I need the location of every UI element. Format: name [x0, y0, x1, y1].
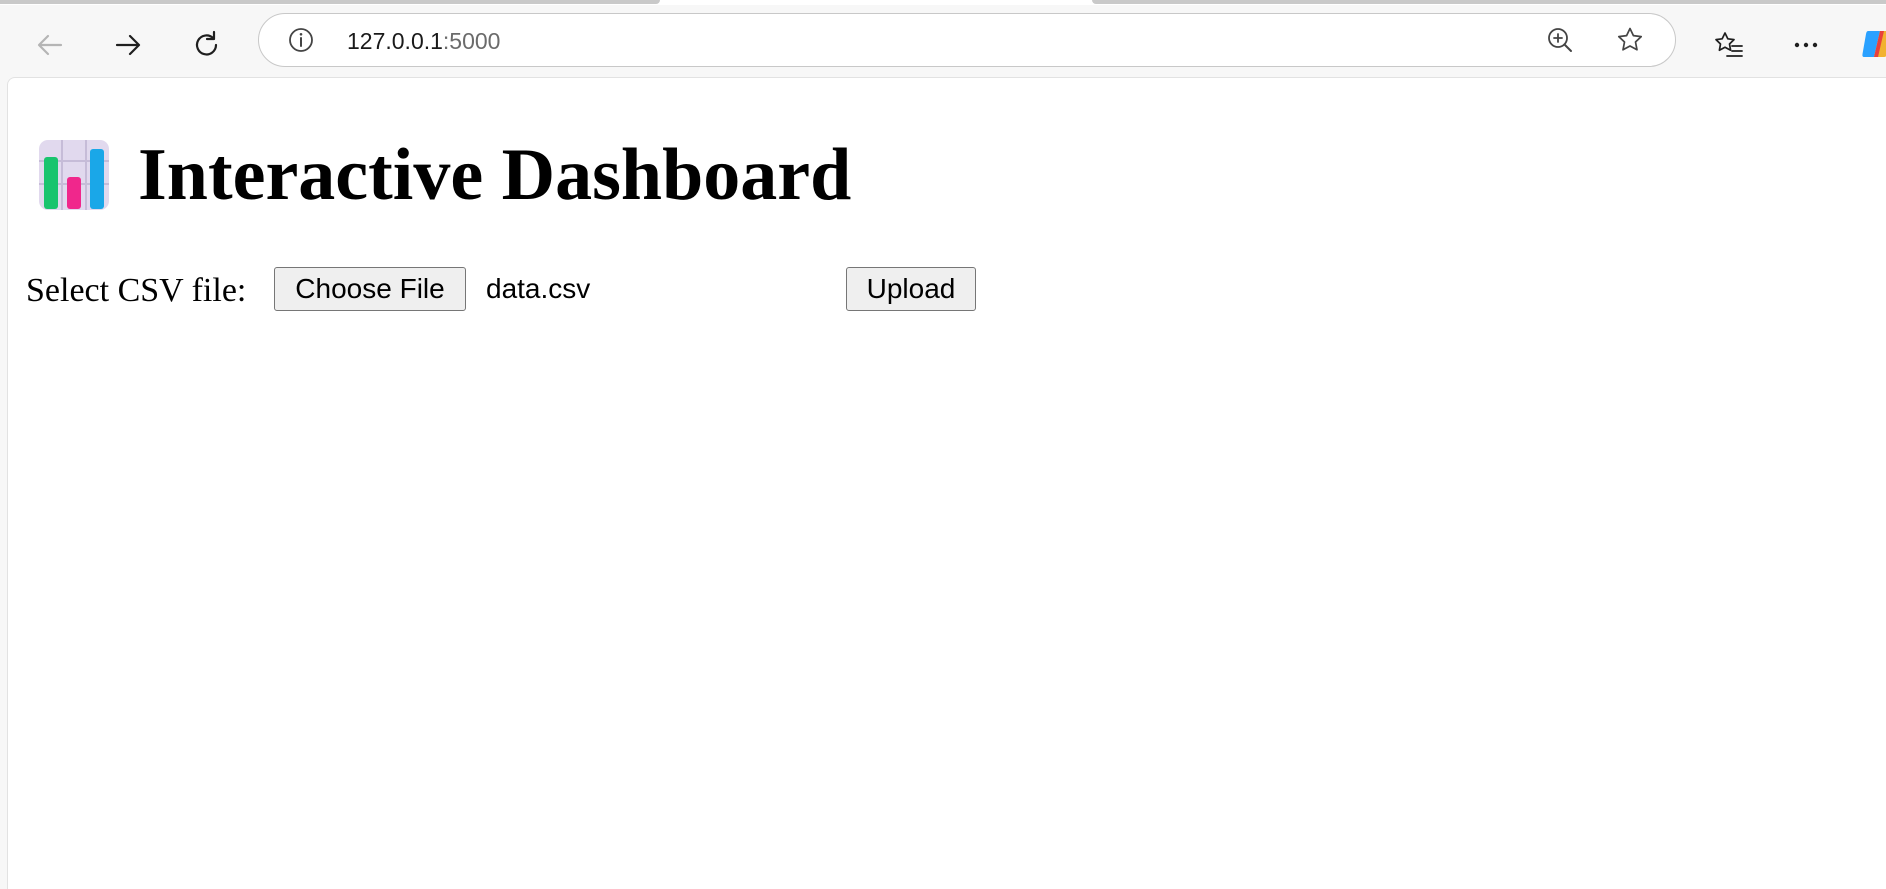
selected-file-name: data.csv [486, 273, 591, 304]
tab-strip-left [0, 0, 660, 4]
star-icon[interactable] [1615, 25, 1645, 55]
url-text[interactable]: 127.0.0.1:5000 [347, 28, 500, 55]
reload-icon [195, 30, 218, 56]
favorites-icon[interactable] [1713, 29, 1745, 61]
page-viewport: Interactive Dashboard Select CSV file: C… [7, 77, 1886, 889]
url-port: :5000 [442, 28, 501, 54]
url-host: 127.0.0.1 [347, 28, 443, 54]
more-icon[interactable] [1790, 29, 1822, 61]
copilot-icon[interactable] [1860, 27, 1886, 61]
zoom-in-icon[interactable] [1545, 25, 1575, 55]
back-button[interactable] [24, 19, 76, 71]
choose-file-button[interactable]: Choose File [274, 267, 466, 311]
page-title: Interactive Dashboard [138, 134, 852, 216]
forward-button[interactable] [102, 19, 154, 71]
forward-arrow-icon [115, 34, 141, 56]
upload-button[interactable]: Upload [846, 267, 976, 311]
back-arrow-icon [37, 34, 63, 56]
csv-file-label: Select CSV file: [26, 272, 247, 309]
browser-toolbar: 127.0.0.1:5000 [0, 5, 1886, 77]
info-icon[interactable] [287, 26, 315, 54]
address-bar[interactable]: 127.0.0.1:5000 [258, 13, 1676, 67]
page-heading: Interactive Dashboard [38, 138, 851, 212]
bar-chart-icon [39, 140, 109, 210]
reload-button[interactable] [181, 19, 233, 71]
tab-strip-right [1092, 0, 1886, 4]
